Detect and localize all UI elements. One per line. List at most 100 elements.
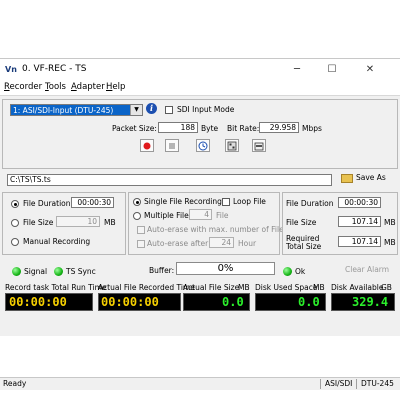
chevron-down-icon[interactable]: ▼ <box>130 105 142 115</box>
sdi-mode-checkbox[interactable] <box>165 106 173 114</box>
menu-adapter[interactable]: Adapter <box>71 82 105 92</box>
stats-required-value: 107.14 <box>338 236 381 247</box>
minimize-button[interactable]: ─ <box>283 62 311 78</box>
menu-bar: Recorder Tools Adapter Help <box>0 81 400 95</box>
stats-required-unit: MB <box>384 238 396 247</box>
folder-icon <box>341 173 353 183</box>
status-text: Ready <box>3 379 27 388</box>
manual-recording-label: Manual Recording <box>23 237 91 246</box>
signal-label: Signal <box>24 267 48 276</box>
mode-panel: File Duration 00:00:30 File Size 10 MB M… <box>2 192 126 255</box>
input-panel: 1: ASI/SDI-Input (DTU-245) ▼ i SDI Input… <box>2 99 398 169</box>
task-runtime-display: 00:00:00 <box>5 293 93 311</box>
multiple-files-unit: File <box>216 211 229 220</box>
file-size-radio[interactable] <box>11 219 19 227</box>
menu-tools[interactable]: Tools <box>45 82 66 92</box>
auto-erase-after-unit: Hour <box>238 239 257 248</box>
stats-file-size-value: 107.14 <box>338 216 381 227</box>
clock-icon[interactable] <box>196 139 210 152</box>
disk-used-display: 0.0 <box>255 293 326 311</box>
ts-sync-label: TS Sync <box>66 267 96 276</box>
device-settings-icon[interactable] <box>225 139 239 152</box>
status-separator <box>356 379 357 389</box>
status-mode: ASI/SDI <box>325 379 353 388</box>
stats-required-label-2: Total Size <box>286 242 322 251</box>
clear-alarm-button[interactable]: Clear Alarm <box>345 265 389 274</box>
title-bar: Vn 0. VF-REC - TS ─ ☐ ✕ <box>0 59 400 81</box>
menu-recorder[interactable]: Recorder <box>4 82 42 92</box>
ok-label: Ok <box>295 267 306 276</box>
loop-file-label: Loop File <box>233 197 266 206</box>
stats-panel: File Duration 00:00:30 File Size 107.14 … <box>282 192 398 255</box>
file-size-unit: MB <box>104 218 116 227</box>
record-button[interactable] <box>140 139 154 152</box>
menu-help[interactable]: Help <box>106 82 125 92</box>
actual-size-label: Actual File Size <box>183 283 240 292</box>
auto-erase-max-label: Auto-erase with max. number of Files <box>147 225 288 234</box>
multiple-files-label: Multiple Files <box>144 211 193 220</box>
signal-led-icon <box>12 267 21 276</box>
sdi-mode-label: SDI Input Mode <box>177 105 235 114</box>
bit-rate-label: Bit Rate: <box>227 124 260 133</box>
file-duration-label: File Duration <box>23 199 71 208</box>
disk-available-unit: GB <box>381 283 392 292</box>
maximize-button[interactable]: ☐ <box>318 62 346 78</box>
stats-file-duration-value: 00:00:30 <box>338 197 381 208</box>
disk-used-value: 0.0 <box>298 295 320 309</box>
close-button[interactable]: ✕ <box>356 62 384 78</box>
ok-led-icon <box>283 267 292 276</box>
actual-recorded-label: Actual File Recorded Time <box>98 283 195 292</box>
stats-file-duration-label: File Duration <box>286 199 334 208</box>
recording-options-panel: Single File Recording Loop File Multiple… <box>128 192 288 255</box>
window-title: 0. VF-REC - TS <box>22 64 87 74</box>
multiple-files-count[interactable]: 4 <box>189 209 212 220</box>
actual-size-display: 0.0 <box>183 293 250 311</box>
actual-recorded-value: 00:00:00 <box>101 295 159 309</box>
auto-erase-after-label: Auto-erase after <box>147 239 209 248</box>
save-as-button[interactable]: Save As <box>341 173 386 183</box>
disk-available-label: Disk Available <box>331 283 384 292</box>
auto-erase-after-checkbox[interactable] <box>137 240 145 248</box>
loop-file-checkbox[interactable] <box>222 198 230 206</box>
menu-separator <box>0 95 400 96</box>
packet-size-label: Packet Size: <box>112 124 157 133</box>
status-bar: Ready ASI/SDI DTU-245 <box>0 377 400 390</box>
scheduler-icon[interactable] <box>252 139 266 152</box>
actual-size-unit: MB <box>238 283 250 292</box>
disk-available-value: 329.4 <box>352 295 389 309</box>
app-logo-icon: Vn <box>5 65 17 74</box>
multiple-files-radio[interactable] <box>133 212 141 220</box>
ts-sync-led-icon <box>54 267 63 276</box>
file-duration-radio[interactable] <box>11 200 19 208</box>
file-size-label: File Size <box>23 218 54 227</box>
file-duration-field[interactable]: 00:00:30 <box>71 197 114 208</box>
auto-erase-after-field[interactable]: 24 <box>209 237 234 248</box>
file-path-input[interactable]: C:\TS\TS.ts <box>7 174 332 186</box>
manual-recording-radio[interactable] <box>11 238 19 246</box>
stats-file-size-unit: MB <box>384 218 396 227</box>
actual-recorded-display: 00:00:00 <box>98 293 181 311</box>
app-window: Vn 0. VF-REC - TS ─ ☐ ✕ Recorder Tools A… <box>0 58 400 390</box>
stop-button[interactable] <box>165 139 179 152</box>
adapter-select[interactable]: 1: ASI/SDI-Input (DTU-245) ▼ <box>10 104 143 116</box>
single-file-radio[interactable] <box>133 198 141 206</box>
stats-file-size-label: File Size <box>286 218 317 227</box>
task-runtime-label: Record task Total Run Time <box>5 283 107 292</box>
auto-erase-max-checkbox[interactable] <box>137 226 145 234</box>
status-device: DTU-245 <box>361 379 394 388</box>
file-size-field[interactable]: 10 <box>56 216 100 227</box>
buffer-gauge: 0% <box>176 262 275 275</box>
status-separator <box>320 379 321 389</box>
actual-size-value: 0.0 <box>222 295 244 309</box>
task-runtime-value: 00:00:00 <box>9 295 67 309</box>
disk-used-unit: MB <box>313 283 325 292</box>
single-file-label: Single File Recording <box>144 197 222 206</box>
disk-available-display: 329.4 <box>331 293 395 311</box>
disk-used-label: Disk Used Space <box>255 283 318 292</box>
bit-rate-field[interactable]: 29.958 <box>259 122 299 133</box>
packet-size-unit: Byte <box>201 124 219 133</box>
bit-rate-unit: Mbps <box>302 124 322 133</box>
buffer-label: Buffer: <box>149 266 175 275</box>
packet-size-field[interactable]: 188 <box>158 122 198 133</box>
info-icon[interactable]: i <box>146 103 157 114</box>
